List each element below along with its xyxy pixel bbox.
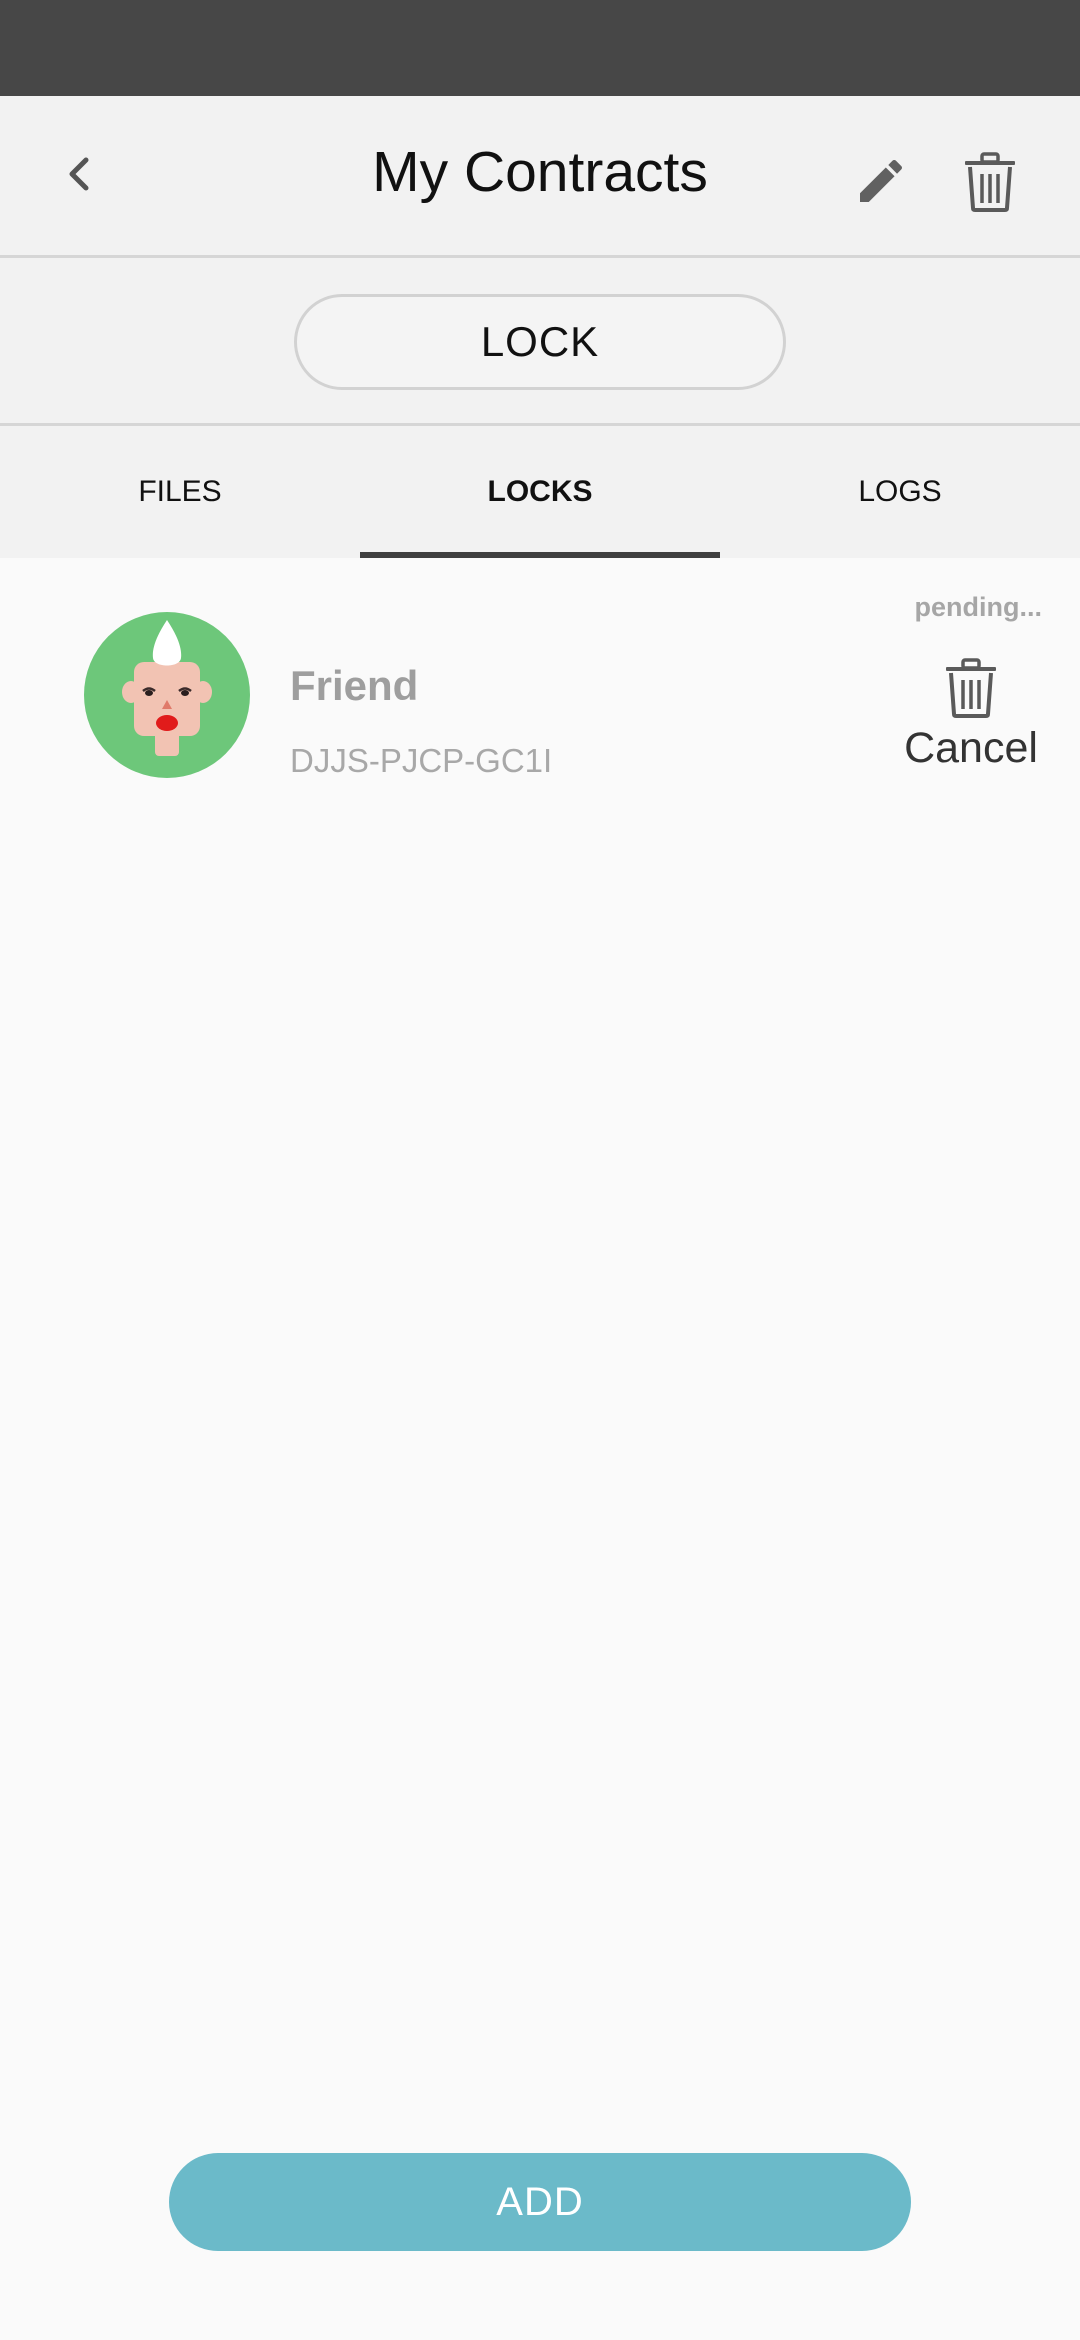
lock-section: LOCK xyxy=(0,258,1080,426)
app-header: My Contracts xyxy=(0,96,1080,258)
edit-button[interactable] xyxy=(846,146,916,216)
tab-logs[interactable]: LOGS xyxy=(720,426,1080,558)
tab-locks[interactable]: LOCKS xyxy=(360,426,720,558)
tab-files[interactable]: FILES xyxy=(0,426,360,558)
contact-code: DJJS-PJCP-GC1I xyxy=(290,742,553,779)
pencil-icon xyxy=(860,159,903,202)
trash-icon xyxy=(946,658,996,718)
delete-contract-button[interactable] xyxy=(954,146,1026,218)
tab-bar: FILES LOCKS LOGS xyxy=(0,426,1080,558)
avatar-face-icon xyxy=(122,620,212,756)
contact-name: Friend xyxy=(290,662,419,709)
cancel-lock-button[interactable]: Cancel xyxy=(896,658,1046,778)
avatar xyxy=(84,612,250,778)
page-title: My Contracts xyxy=(372,140,708,204)
lock-button[interactable]: LOCK xyxy=(294,294,786,390)
status-bar xyxy=(0,0,1080,96)
add-button[interactable]: ADD xyxy=(169,2153,911,2251)
cancel-label: Cancel xyxy=(904,724,1038,772)
trash-icon xyxy=(965,152,1015,212)
status-badge: pending... xyxy=(914,592,1043,622)
list-item[interactable]: Friend DJJS-PJCP-GC1I pending... Cancel xyxy=(0,558,1080,798)
